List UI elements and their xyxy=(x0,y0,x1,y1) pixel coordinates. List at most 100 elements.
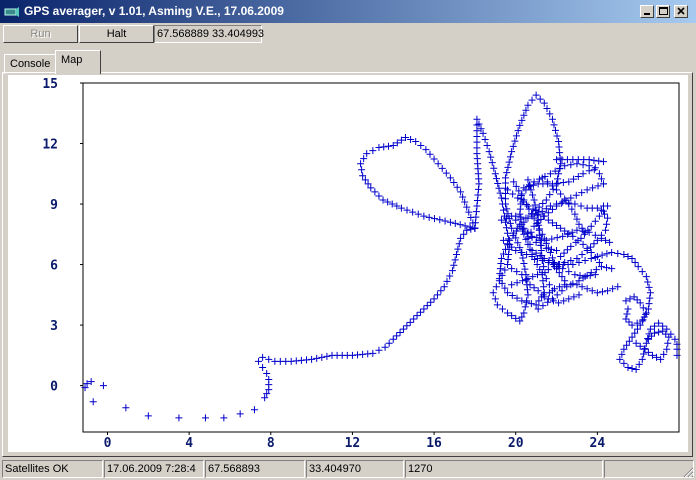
status-latitude: 67.568893 xyxy=(205,460,305,478)
track-point xyxy=(453,183,461,191)
close-icon xyxy=(677,7,685,15)
maximize-button[interactable] xyxy=(656,5,670,18)
track-point xyxy=(450,179,458,187)
track-point xyxy=(455,240,463,248)
track-point xyxy=(604,214,612,222)
track-point xyxy=(384,142,392,150)
window-title: GPS averager, v 1.01, Asming V.E., 17.06… xyxy=(24,4,284,18)
track-point xyxy=(664,339,672,347)
track-point xyxy=(614,249,622,257)
track-point xyxy=(549,185,557,193)
track-point xyxy=(640,345,648,353)
track-point xyxy=(512,216,520,224)
track-point xyxy=(513,268,521,276)
track-point xyxy=(451,256,459,264)
resize-grip-icon[interactable] xyxy=(682,466,694,478)
track-point xyxy=(553,132,561,140)
track-point xyxy=(585,156,593,164)
track-point xyxy=(492,283,500,291)
plot-frame xyxy=(82,82,680,433)
track-point xyxy=(503,169,511,177)
track-point xyxy=(457,234,465,242)
track-point xyxy=(506,219,514,227)
track-point xyxy=(99,382,107,390)
track-point xyxy=(633,296,641,304)
track-point xyxy=(503,205,511,213)
track-point xyxy=(434,160,442,168)
track-point xyxy=(544,266,552,274)
track-point xyxy=(323,352,331,360)
track-point xyxy=(556,154,564,162)
track-point xyxy=(450,261,458,269)
track-point xyxy=(622,315,630,323)
track-point xyxy=(506,153,514,161)
track-point xyxy=(433,291,441,299)
track-point xyxy=(513,132,521,140)
track-point xyxy=(220,414,228,422)
track-point xyxy=(539,200,547,208)
track-point xyxy=(369,147,377,155)
track-point xyxy=(645,300,653,308)
tab-console[interactable]: Console xyxy=(4,54,56,74)
track-point xyxy=(493,301,501,309)
track-point xyxy=(624,363,632,371)
track-point xyxy=(553,291,561,299)
track-point xyxy=(416,308,424,316)
track-point xyxy=(250,406,258,414)
track-point xyxy=(625,318,633,326)
track-point xyxy=(530,196,538,204)
track-point xyxy=(557,252,565,260)
status-longitude: 33.404970 xyxy=(306,460,404,478)
track-point xyxy=(556,149,564,157)
track-point xyxy=(577,202,585,210)
track-point xyxy=(358,166,366,174)
track-point xyxy=(624,305,632,313)
track-point xyxy=(426,150,434,158)
track-point xyxy=(546,191,554,199)
track-point xyxy=(89,398,97,406)
track-point xyxy=(523,298,531,306)
track-point xyxy=(297,356,305,364)
track-point xyxy=(579,240,587,248)
minimize-button[interactable] xyxy=(640,5,654,18)
track-point xyxy=(555,143,563,151)
track-point xyxy=(514,127,522,135)
halt-button[interactable]: Halt xyxy=(79,25,154,43)
track-point xyxy=(453,250,461,258)
track-point xyxy=(375,144,383,152)
track-point xyxy=(456,221,464,229)
track-point xyxy=(524,202,532,210)
track-point xyxy=(530,284,538,292)
track-point xyxy=(498,305,506,313)
close-button[interactable] xyxy=(674,5,688,18)
track-point xyxy=(568,205,576,213)
track-point xyxy=(565,268,573,276)
track-point xyxy=(265,355,273,363)
track-point xyxy=(441,217,449,225)
track-point xyxy=(265,376,273,384)
track-point xyxy=(603,264,611,272)
run-button[interactable]: Run xyxy=(3,25,78,43)
track-point xyxy=(557,190,565,198)
track-point xyxy=(363,150,371,158)
track-point xyxy=(528,233,536,241)
track-point xyxy=(427,298,435,306)
track-point xyxy=(396,328,404,336)
track-point xyxy=(201,414,209,422)
track-point xyxy=(474,191,482,199)
tab-map[interactable]: Map xyxy=(55,50,101,74)
track-point xyxy=(529,191,537,199)
track-point xyxy=(631,259,639,267)
track-point xyxy=(603,250,611,258)
track-point xyxy=(483,142,491,150)
track-point xyxy=(410,315,418,323)
track-point xyxy=(547,245,555,253)
track-point xyxy=(313,354,321,362)
track-point xyxy=(598,288,606,296)
track-point xyxy=(524,291,532,299)
track-point xyxy=(263,369,271,377)
maximize-icon xyxy=(659,7,668,15)
track-point xyxy=(505,250,513,258)
x-tick-label: 0 xyxy=(104,436,112,451)
track-point xyxy=(504,256,512,264)
